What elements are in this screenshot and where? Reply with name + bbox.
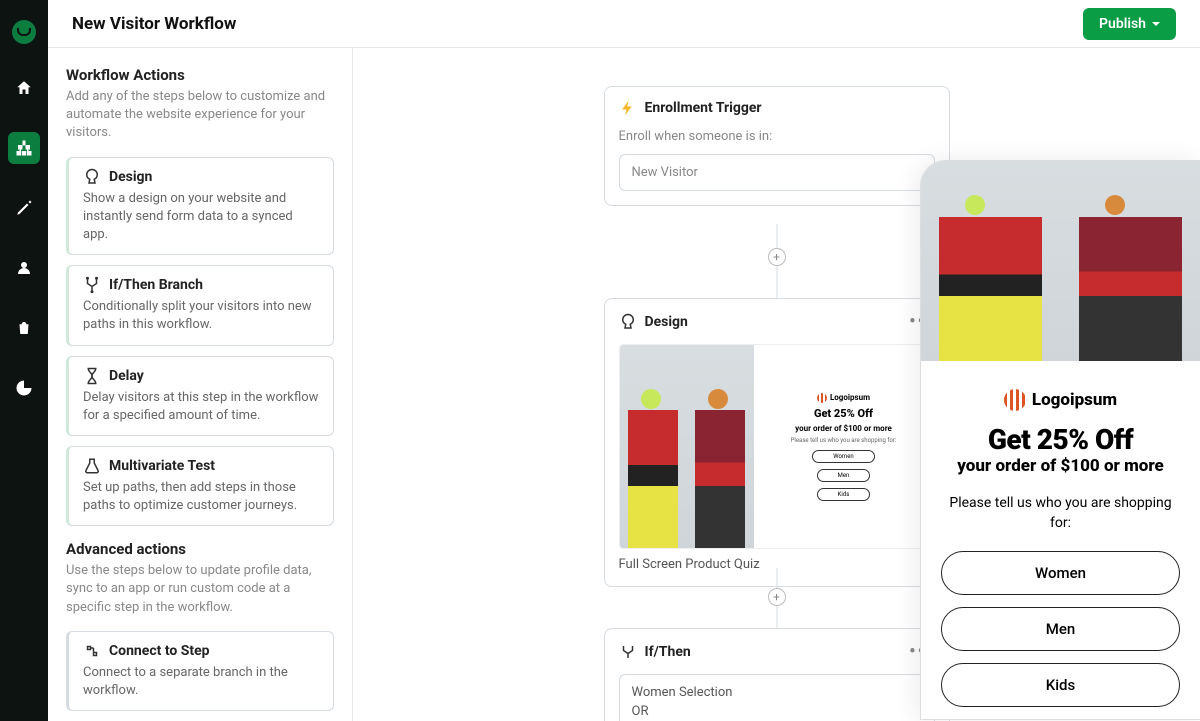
actions-subtext: Add any of the steps below to customize … — [66, 88, 334, 143]
enroll-chip[interactable]: New Visitor — [619, 154, 935, 191]
preview-subheading: your order of $100 or more — [941, 456, 1180, 476]
advanced-subtext: Use the steps below to update profile da… — [66, 562, 334, 617]
preview-hero-image — [921, 161, 1200, 361]
nav-rail — [0, 0, 48, 721]
nav-home[interactable] — [8, 72, 40, 104]
condition-box[interactable]: Women Selection OR Sessions is equal to … — [619, 674, 935, 721]
action-connect-step[interactable]: Connect to Step Connect to a separate br… — [66, 631, 334, 711]
design-preview[interactable]: Logoipsum Get 25% Off your order of $100… — [619, 344, 935, 549]
design-icon — [619, 313, 637, 331]
node-design[interactable]: Design••• Logoipsum Get 25% Off your ord… — [604, 298, 950, 587]
preview-image — [620, 345, 754, 548]
app-logo — [12, 20, 36, 44]
design-icon — [83, 168, 101, 186]
nav-analytics[interactable] — [8, 372, 40, 404]
action-ifthen[interactable]: If/Then Branch Conditionally split your … — [66, 265, 334, 345]
preview-option-women[interactable]: Women — [941, 551, 1180, 595]
actions-sidebar: Workflow Actions Add any of the steps be… — [48, 48, 353, 721]
add-step-1[interactable]: + — [768, 248, 786, 266]
preview-question: Please tell us who you are shopping for: — [941, 494, 1180, 533]
preview-logo: Logoipsum — [941, 389, 1180, 411]
nav-workflows[interactable] — [8, 132, 40, 164]
publish-button[interactable]: Publish — [1083, 8, 1176, 40]
node-ifthen[interactable]: If/Then••• Women Selection OR Sessions i… — [604, 628, 950, 721]
mobile-preview: Logoipsum Get 25% Off your order of $100… — [920, 160, 1200, 720]
page-title: New Visitor Workflow — [72, 14, 236, 34]
advanced-heading: Advanced actions — [66, 540, 334, 558]
nav-shop[interactable] — [8, 312, 40, 344]
branch-icon — [83, 276, 101, 294]
node-enrollment[interactable]: Enrollment Trigger Enroll when someone i… — [604, 86, 950, 206]
add-step-2[interactable]: + — [768, 588, 786, 606]
nav-design[interactable] — [8, 192, 40, 224]
nav-people[interactable] — [8, 252, 40, 284]
test-icon — [83, 457, 101, 475]
connect-icon — [83, 642, 101, 660]
preview-option-kids[interactable]: Kids — [941, 663, 1180, 707]
action-design[interactable]: Design Show a design on your website and… — [66, 157, 334, 256]
bolt-icon — [619, 99, 637, 117]
hourglass-icon — [83, 367, 101, 385]
preview-heading: Get 25% Off — [941, 423, 1180, 456]
branch-icon — [619, 643, 637, 661]
action-delay[interactable]: Delay Delay visitors at this step in the… — [66, 356, 334, 436]
action-multivariate[interactable]: Multivariate Test Set up paths, then add… — [66, 446, 334, 526]
actions-heading: Workflow Actions — [66, 66, 334, 84]
topbar: New Visitor Workflow Publish — [48, 0, 1200, 48]
preview-option-men[interactable]: Men — [941, 607, 1180, 651]
